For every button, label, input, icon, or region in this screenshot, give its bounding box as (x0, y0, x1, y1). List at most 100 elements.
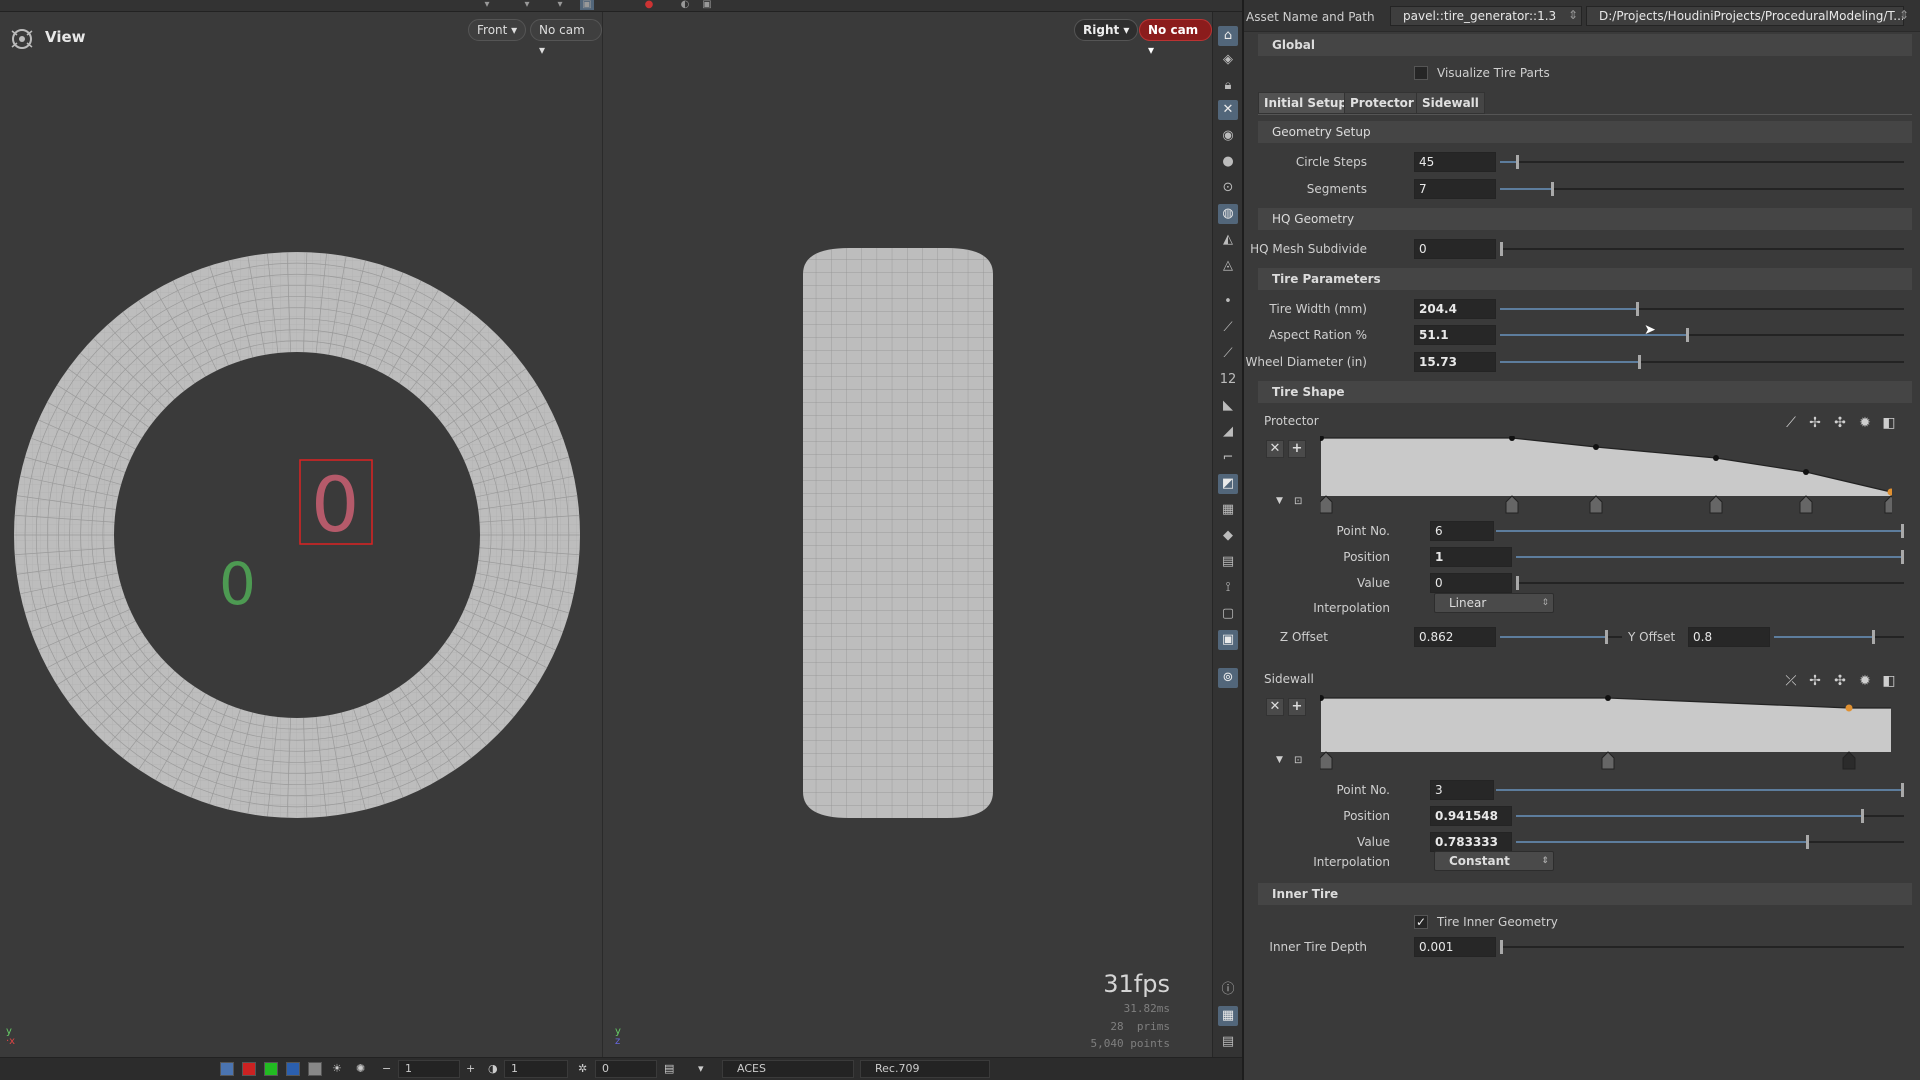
ramp-add-icon[interactable]: ✢ (1806, 414, 1824, 432)
section-hq-geometry[interactable]: HQ Geometry (1258, 208, 1912, 230)
uv-icon[interactable]: ▤ (1218, 552, 1238, 572)
ramp-gradient-icon[interactable]: ◧ (1880, 672, 1898, 690)
scene-viewport[interactable]: View Front ▾ No cam ▾ 0 0 y ·x Right ▾ N… (0, 12, 1212, 1057)
lut-field[interactable]: 0 (595, 1060, 657, 1078)
tool-icon[interactable]: ▾ (480, 0, 494, 10)
inner-geometry-checkbox[interactable]: ✓ (1414, 915, 1428, 929)
section-tire-shape[interactable]: Tire Shape (1258, 381, 1912, 403)
zoffset-slider[interactable] (1500, 630, 1622, 644)
protector-value-slider[interactable] (1516, 576, 1904, 590)
pin-icon[interactable]: ⊚ (1218, 668, 1238, 688)
protector-position-slider[interactable] (1516, 550, 1904, 564)
info-icon[interactable]: ⓘ (1218, 980, 1238, 1000)
front-viewport[interactable]: View Front ▾ No cam ▾ 0 0 y ·x (0, 12, 602, 1057)
segments-field[interactable]: 7 (1414, 179, 1496, 199)
ramp-settings-icon[interactable]: ✹ (1856, 672, 1874, 690)
wireframe-icon[interactable]: ◩ (1218, 474, 1238, 494)
gamma-field[interactable]: 1 (504, 1060, 568, 1078)
display-select[interactable]: Rec.709 (860, 1060, 990, 1078)
ramp-add-icon[interactable]: ✢ (1806, 672, 1824, 690)
ramp-gradient-icon[interactable]: ◧ (1880, 414, 1898, 432)
prim-numbers-icon[interactable]: ◣ (1218, 396, 1238, 416)
section-tire-parameters[interactable]: Tire Parameters (1258, 268, 1912, 290)
exposure-field[interactable]: 1 (398, 1060, 460, 1078)
plus-icon[interactable]: + (466, 1061, 475, 1077)
circle-steps-field[interactable]: 45 (1414, 152, 1496, 172)
sidewall-value-field[interactable]: 0.783333 (1430, 832, 1512, 852)
asset-path-field[interactable]: D:/Projects/HoudiniProjects/ProceduralMo… (1586, 6, 1904, 26)
sidewall-value-slider[interactable] (1516, 835, 1904, 849)
circle-steps-slider[interactable] (1500, 155, 1904, 169)
color-swatch[interactable] (242, 1062, 256, 1076)
aspect-ratio-field[interactable]: 51.1 (1414, 325, 1496, 345)
tool-icon[interactable]: ▣ (580, 0, 594, 10)
protector-point-field[interactable]: 6 (1430, 521, 1494, 541)
tab-protector[interactable]: Protector (1344, 92, 1420, 114)
record-icon[interactable]: ● (642, 0, 656, 10)
protector-value-field[interactable]: 0 (1430, 573, 1512, 593)
ghost-icon[interactable]: ◍ (1218, 204, 1238, 224)
color-swatch[interactable] (308, 1062, 322, 1076)
inner-depth-slider[interactable] (1500, 940, 1904, 954)
prim-normals-icon[interactable]: ◢ (1218, 422, 1238, 442)
yoffset-slider[interactable] (1774, 630, 1904, 644)
snap-icon[interactable]: ◈ (1218, 50, 1238, 70)
ramp-delete-button[interactable]: ✕ (1266, 698, 1284, 716)
shade-icon[interactable]: ◆ (1218, 526, 1238, 546)
sidewall-ramp-editor[interactable] (1320, 694, 1892, 774)
hq-subdivide-field[interactable]: 0 (1414, 239, 1496, 259)
display-lut-icon[interactable]: ▤ (664, 1061, 674, 1077)
ramp-move-icon[interactable]: ✣ (1831, 414, 1849, 432)
lut-icon[interactable]: ✲ (578, 1061, 587, 1077)
wheel-diameter-field[interactable]: 15.73 (1414, 352, 1496, 372)
ramp-move-icon[interactable]: ✣ (1831, 672, 1849, 690)
sidewall-point-field[interactable]: 3 (1430, 780, 1494, 800)
exposure-icon[interactable]: ☀ (332, 1061, 342, 1077)
tool-icon[interactable]: ▾ (520, 0, 534, 10)
protector-position-field[interactable]: 1 (1430, 547, 1512, 567)
point-display-icon[interactable]: • (1218, 292, 1238, 312)
visibility-icon[interactable]: ✕ (1218, 100, 1238, 120)
tool-icon[interactable]: ▣ (700, 0, 714, 10)
color-swatch[interactable] (220, 1062, 234, 1076)
layout-icon[interactable]: ▦ (1218, 1006, 1238, 1026)
tool-icon[interactable]: ◐ (678, 0, 692, 10)
point-numbers-icon[interactable]: 12 (1218, 370, 1238, 390)
colorspace-select[interactable]: ACES (722, 1060, 854, 1078)
asset-path-arrows[interactable]: ⇕ (1899, 8, 1909, 22)
ramp-add-button[interactable]: + (1288, 698, 1306, 716)
asset-name-field[interactable]: pavel::tire_generator::1.3 (1390, 6, 1582, 26)
collapse-arrow-icon[interactable]: ▼ (1276, 755, 1283, 765)
dropdown-icon[interactable]: ▾ (698, 1061, 704, 1077)
ramp-delete-button[interactable]: ✕ (1266, 440, 1284, 458)
tire-width-slider[interactable] (1500, 302, 1904, 316)
color-swatch[interactable] (264, 1062, 278, 1076)
template-icon[interactable]: ◬ (1218, 256, 1238, 276)
tab-sidewall[interactable]: Sidewall (1416, 92, 1485, 114)
color-swatch[interactable] (286, 1062, 300, 1076)
tool-icon[interactable]: ▾ (553, 0, 567, 10)
bones-icon[interactable]: ⟟ (1218, 578, 1238, 598)
border-icon[interactable]: ⌐ (1218, 448, 1238, 468)
ramp-add-button[interactable]: + (1288, 440, 1306, 458)
section-inner-tire[interactable]: Inner Tire (1258, 883, 1912, 905)
lock-camera-icon[interactable]: 🔒︎ (1218, 76, 1238, 96)
shading-icon[interactable]: ◉ (1218, 126, 1238, 146)
camera-pin-icon[interactable]: ⊙ (1218, 178, 1238, 198)
link-icon[interactable]: ⊡ (1294, 496, 1302, 507)
aspect-ratio-slider[interactable] (1500, 328, 1904, 342)
right-viewport[interactable]: Right ▾ No cam ▾ 31fps 31.82ms 28 prims … (603, 12, 1212, 1057)
section-global[interactable]: Global (1258, 34, 1912, 56)
contrast-icon[interactable]: ◑ (488, 1061, 498, 1077)
image-icon[interactable]: ▣ (1218, 630, 1238, 650)
sidewall-interp-select[interactable]: Constant ⇕ (1434, 851, 1554, 871)
zoffset-field[interactable]: 0.862 (1414, 627, 1496, 647)
sidewall-position-field[interactable]: 0.941548 (1430, 806, 1512, 826)
sidewall-position-slider[interactable] (1516, 809, 1904, 823)
segments-slider[interactable] (1500, 182, 1904, 196)
hq-subdivide-slider[interactable] (1500, 242, 1904, 256)
checker-icon[interactable]: ▦ (1218, 500, 1238, 520)
protector-ramp-editor[interactable] (1320, 436, 1892, 516)
inner-depth-field[interactable]: 0.001 (1414, 937, 1496, 957)
sidewall-point-slider[interactable] (1496, 783, 1904, 797)
